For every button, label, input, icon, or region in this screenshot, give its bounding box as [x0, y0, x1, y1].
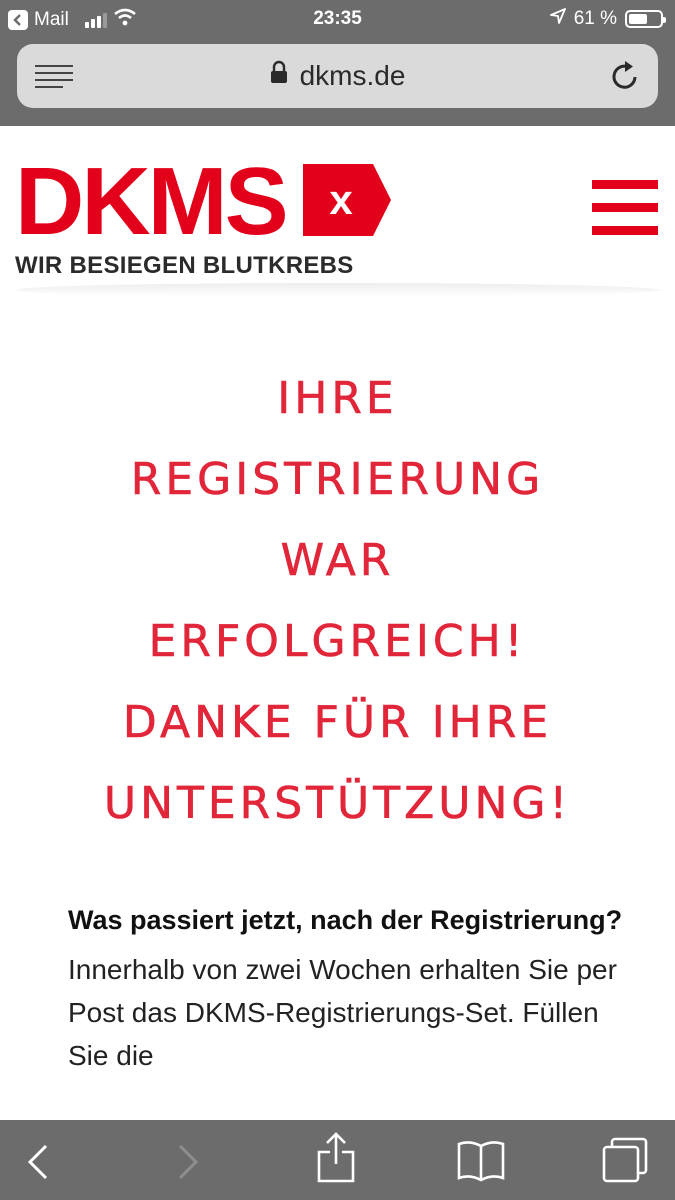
forward-arrow-icon[interactable] — [176, 1144, 200, 1185]
headline-line: WAR — [280, 535, 395, 587]
dkms-logo[interactable]: DKMS x WIR BESIEGEN BLUTKREBS — [15, 154, 391, 280]
battery-icon — [625, 10, 666, 28]
headline-line: ERFOLGREICH! — [148, 616, 527, 668]
bookmarks-icon[interactable] — [456, 1138, 506, 1187]
status-bar: Mail 23:35 61 % — [0, 0, 675, 40]
svg-text:x: x — [329, 176, 353, 223]
logo-tagline: WIR BESIEGEN BLUTKREBS — [15, 252, 354, 279]
browser-toolbar — [0, 1120, 675, 1200]
url-display[interactable]: dkms.de — [17, 60, 658, 92]
battery-tip — [663, 17, 666, 23]
location-arrow-icon — [549, 8, 566, 30]
address-bar[interactable]: dkms.de — [17, 44, 658, 108]
headline-line: IHRE — [277, 373, 398, 425]
site-header: DKMS x WIR BESIEGEN BLUTKREBS — [0, 126, 675, 286]
battery-fill — [629, 14, 647, 24]
success-headline: IHRE REGISTRIERUNG WAR ERFOLGREICH! DANK… — [0, 358, 675, 844]
headline-line: REGISTRIERUNG — [130, 454, 545, 506]
browser-bar: dkms.de — [0, 40, 675, 126]
section-paragraph: Innerhalb von zwei Wochen erhalten Sie p… — [68, 954, 617, 1071]
status-right: 61 % — [549, 8, 666, 30]
battery-percent: 61 % — [573, 8, 617, 29]
tabs-icon[interactable] — [601, 1136, 649, 1189]
header-divider — [15, 283, 660, 297]
section-heading: Was passiert jetzt, nach der Registrieru… — [68, 905, 623, 935]
hamburger-menu-icon[interactable] — [592, 180, 658, 238]
logo-x-badge: x — [303, 164, 393, 241]
share-icon[interactable] — [316, 1132, 356, 1189]
lock-icon — [270, 59, 288, 91]
back-arrow-icon[interactable] — [26, 1144, 50, 1185]
url-text[interactable]: dkms.de — [300, 60, 406, 91]
info-section: Was passiert jetzt, nach der Registrieru… — [68, 898, 628, 1077]
reload-icon[interactable] — [610, 60, 640, 97]
headline-line: DANKE FÜR IHRE — [122, 697, 553, 749]
headline-line: UNTERSTÜTZUNG! — [103, 778, 572, 830]
